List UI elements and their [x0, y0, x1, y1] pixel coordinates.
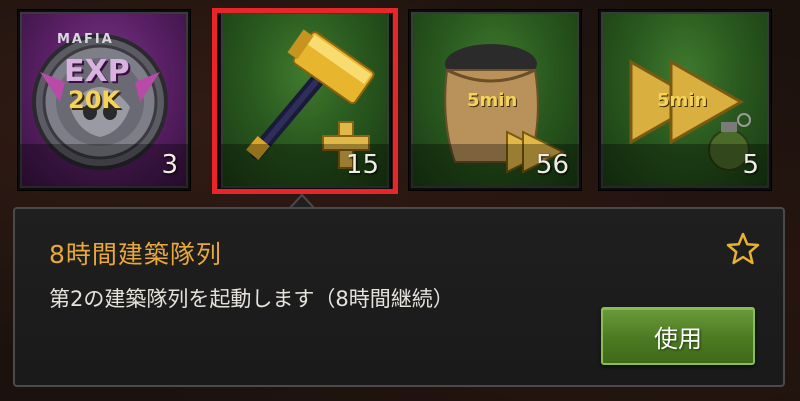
- duration-label: 5min: [467, 90, 518, 111]
- inventory-row: MAFIA EXP 20K 3 15 5min 56 5min 5: [0, 0, 800, 200]
- item-count: 3: [161, 150, 178, 180]
- star-outline-icon[interactable]: [725, 231, 761, 267]
- item-detail-panel: 8時間建築隊列 第2の建築隊列を起動します（8時間継続） 使用: [13, 207, 785, 387]
- item-description: 第2の建築隊列を起動します（8時間継続）: [49, 287, 454, 311]
- medal-exp-label: EXP: [64, 54, 130, 89]
- duration-label: 5min: [657, 90, 708, 111]
- item-slot-speedup-sack[interactable]: 5min 56: [409, 10, 581, 190]
- selection-highlight: [212, 8, 398, 194]
- use-button[interactable]: 使用: [601, 307, 755, 365]
- medal-ring-text: MAFIA: [57, 32, 114, 47]
- item-count: 5: [742, 150, 759, 180]
- medal-value-label: 20K: [68, 86, 120, 114]
- item-count: 56: [535, 150, 569, 180]
- item-slot-speedup-grenade[interactable]: 5min 5: [599, 10, 771, 190]
- item-title: 8時間建築隊列: [49, 240, 222, 269]
- item-slot-exp-medal[interactable]: MAFIA EXP 20K 3: [18, 10, 190, 190]
